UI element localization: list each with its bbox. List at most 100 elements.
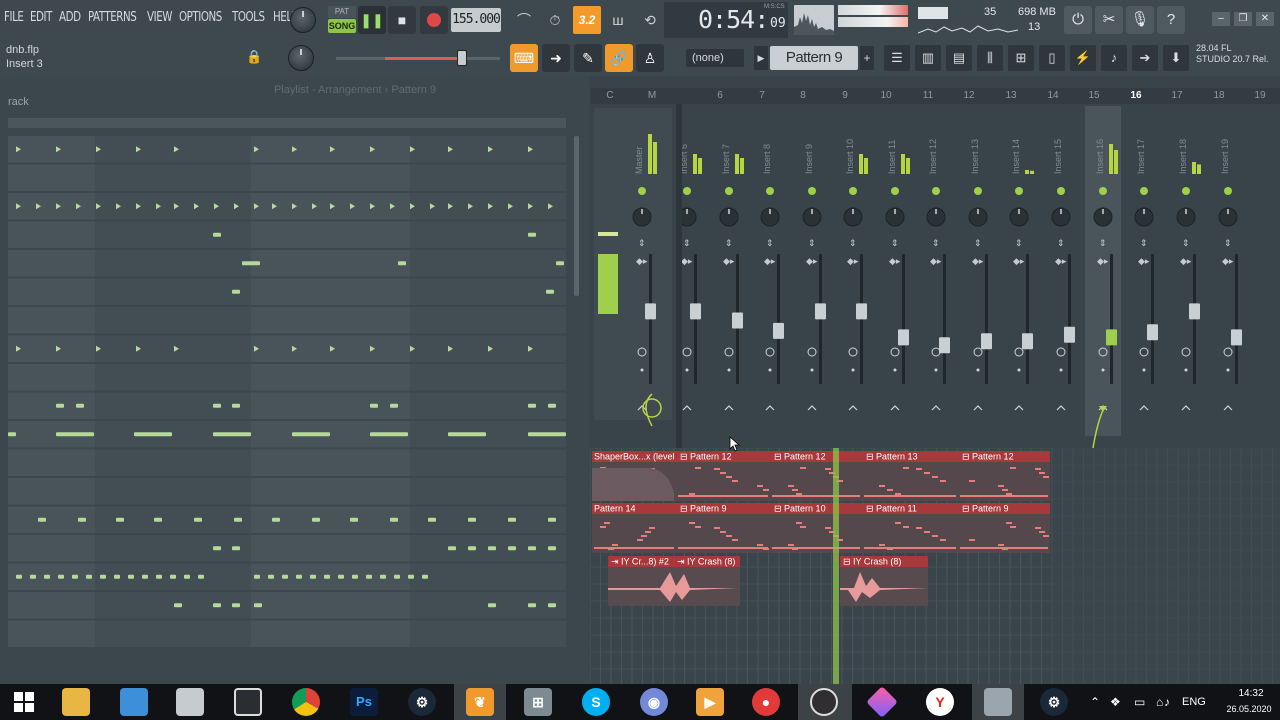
touch-controller-icon[interactable]: ♪ [1101,45,1127,71]
mixer-number-13[interactable]: 13 [991,90,1031,101]
mixer-number-14[interactable]: 14 [1033,90,1073,101]
pat-song-toggle[interactable]: PAT SONG [328,6,356,34]
gem-app-icon[interactable] [866,686,898,718]
time-display[interactable]: 0:54: M:S:CS 09 [664,2,788,38]
menu-file[interactable]: FILE [4,10,24,25]
tray-dropbox-icon[interactable]: ❖ [1110,695,1121,709]
mixer-number-17[interactable]: 17 [1157,90,1197,101]
file-explorer-icon[interactable] [62,688,90,716]
download-icon[interactable]: ⬇ [1163,45,1189,71]
discord-icon[interactable]: ◉ [640,688,668,716]
mixer-number-12[interactable]: 12 [949,90,989,101]
remote-desktop-icon[interactable] [120,688,148,716]
mixer-tracks[interactable]: Master⇕◆▸Insert 6⇕◆▸Insert 7⇕◆▸Insert 8⇕… [590,104,1280,448]
online-icon[interactable]: ⏻ [1064,6,1092,34]
step-sequencer-grid[interactable] [8,135,566,655]
keyboard-typing-icon[interactable]: ⌨ [510,44,538,72]
windows-start-icon[interactable] [10,688,38,716]
tray-volume-icon[interactable]: ♪ [1164,695,1170,709]
project-icon[interactable]: ▯ [1039,45,1065,71]
record-button[interactable] [420,6,448,34]
playlist-icon[interactable]: ☰ [884,45,910,71]
tools-icon[interactable]: ✂ [1095,6,1123,34]
mixer-number-16[interactable]: 16 [1116,90,1156,101]
news-panel[interactable]: 28.04 FL STUDIO 20.7 Rel. [1196,43,1269,65]
microphone-icon[interactable]: 🎙 [1126,6,1154,34]
metronome-icon[interactable]: ⌒ [510,6,538,34]
yandex-browser-icon[interactable]: Y [926,688,954,716]
mixer-number-11[interactable]: 11 [908,90,948,101]
stop-button[interactable]: ■ [388,6,416,34]
tray-monitor-icon[interactable]: ▭ [1134,695,1145,709]
mixer-number-8[interactable]: 8 [783,90,823,101]
master-volume-knob[interactable] [290,7,316,33]
loop-record-icon[interactable]: ⟲ [636,6,664,34]
maximize-icon[interactable]: ❐ [1234,12,1252,26]
pitch-slider-thumb[interactable] [457,50,467,66]
mixer-icon[interactable]: ⫼ [977,45,1003,71]
mixer-number-15[interactable]: 15 [1074,90,1114,101]
tray-clock-date[interactable]: 26.05.2020 [1220,704,1278,714]
tray-chevron-icon[interactable]: ⌃ [1090,695,1100,709]
pause-button[interactable]: ❚❚ [358,6,386,34]
obs-icon[interactable] [810,688,838,716]
clip-note [1043,476,1049,478]
screen-recorder-icon[interactable]: ● [752,688,780,716]
tempo-display[interactable]: 155.000 [451,8,501,32]
browser-icon[interactable]: ⊞ [1008,45,1034,71]
fl-studio-icon[interactable]: ❦ [466,688,494,716]
master-pitch-knob[interactable] [288,45,314,71]
wait-for-input-icon[interactable]: ⏱ [541,6,569,34]
mixer-number-18[interactable]: 18 [1199,90,1239,101]
channel-rack-icon[interactable]: ▤ [946,45,972,71]
explorer-window-icon[interactable] [984,688,1012,716]
pitch-slider[interactable] [336,57,500,60]
plugin-icon[interactable]: ⚡ [1070,45,1096,71]
photoshop-icon[interactable]: Ps [350,688,378,716]
pattern-add-button[interactable]: + [860,46,874,70]
skype-icon[interactable]: S [582,688,610,716]
blend-notes-icon[interactable]: ш [604,6,632,34]
menu-options[interactable]: OPTIONS [179,10,222,25]
menu-add[interactable]: ADD [59,10,81,25]
menu-edit[interactable]: EDIT [30,10,52,25]
mixer-number-C[interactable]: C [590,90,630,101]
pattern-prev-arrow[interactable]: ▶ [754,46,768,70]
menu-tools[interactable]: TOOLS [232,10,265,25]
record-icon [427,13,441,27]
help-icon[interactable]: ? [1157,6,1185,34]
media-player-icon[interactable]: ▶ [696,688,724,716]
mixer-number-19[interactable]: 19 [1240,90,1280,101]
playlist-arrangement[interactable]: ShaperBox...x (level ⊟ Pattern 12 ⊟ Patter… [590,448,1280,684]
lock-icon[interactable]: 🔒 [246,49,262,65]
mixer-number-6[interactable]: 6 [700,90,740,101]
tray-language[interactable]: ENG [1182,696,1206,708]
arrow-right-icon[interactable]: ➜ [542,44,570,72]
snipping-tool-icon[interactable] [176,688,204,716]
tray-clock-time[interactable]: 14:32 [1226,688,1276,699]
movie-maker-icon[interactable] [234,688,262,716]
draw-tool-icon[interactable]: ✎ [574,44,602,72]
calculator-icon[interactable]: ⊞ [524,688,552,716]
stamp-icon[interactable]: ♙ [636,44,664,72]
link-icon[interactable]: 🔗 [605,44,633,72]
countdown-snap-button[interactable]: 3.2 [573,6,601,34]
menu-patterns[interactable]: PATTERNS [88,10,137,25]
rack-scrollbar[interactable] [574,136,579,296]
close-icon[interactable]: ✕ [1256,12,1274,26]
arrow-icon[interactable]: ➔ [1132,45,1158,71]
mixer-number-9[interactable]: 9 [825,90,865,101]
mixer-number-10[interactable]: 10 [866,90,906,101]
steam-client-icon[interactable]: ⚙ [1040,688,1068,716]
mixer-number-M[interactable]: M [632,90,672,101]
pattern-picker[interactable]: (none) [686,49,744,67]
mixer-number-7[interactable]: 7 [742,90,782,101]
pattern-selector[interactable]: Pattern 9 [770,46,858,70]
chrome-icon[interactable] [292,688,320,716]
tray-network-icon[interactable]: ⌂ [1156,695,1163,709]
mixer-track-name: Insert 13 [970,139,980,174]
menu-view[interactable]: VIEW [147,10,172,25]
minimize-icon[interactable]: – [1212,12,1230,26]
piano-roll-icon[interactable]: ▥ [915,45,941,71]
steam-icon[interactable]: ⚙ [408,688,436,716]
